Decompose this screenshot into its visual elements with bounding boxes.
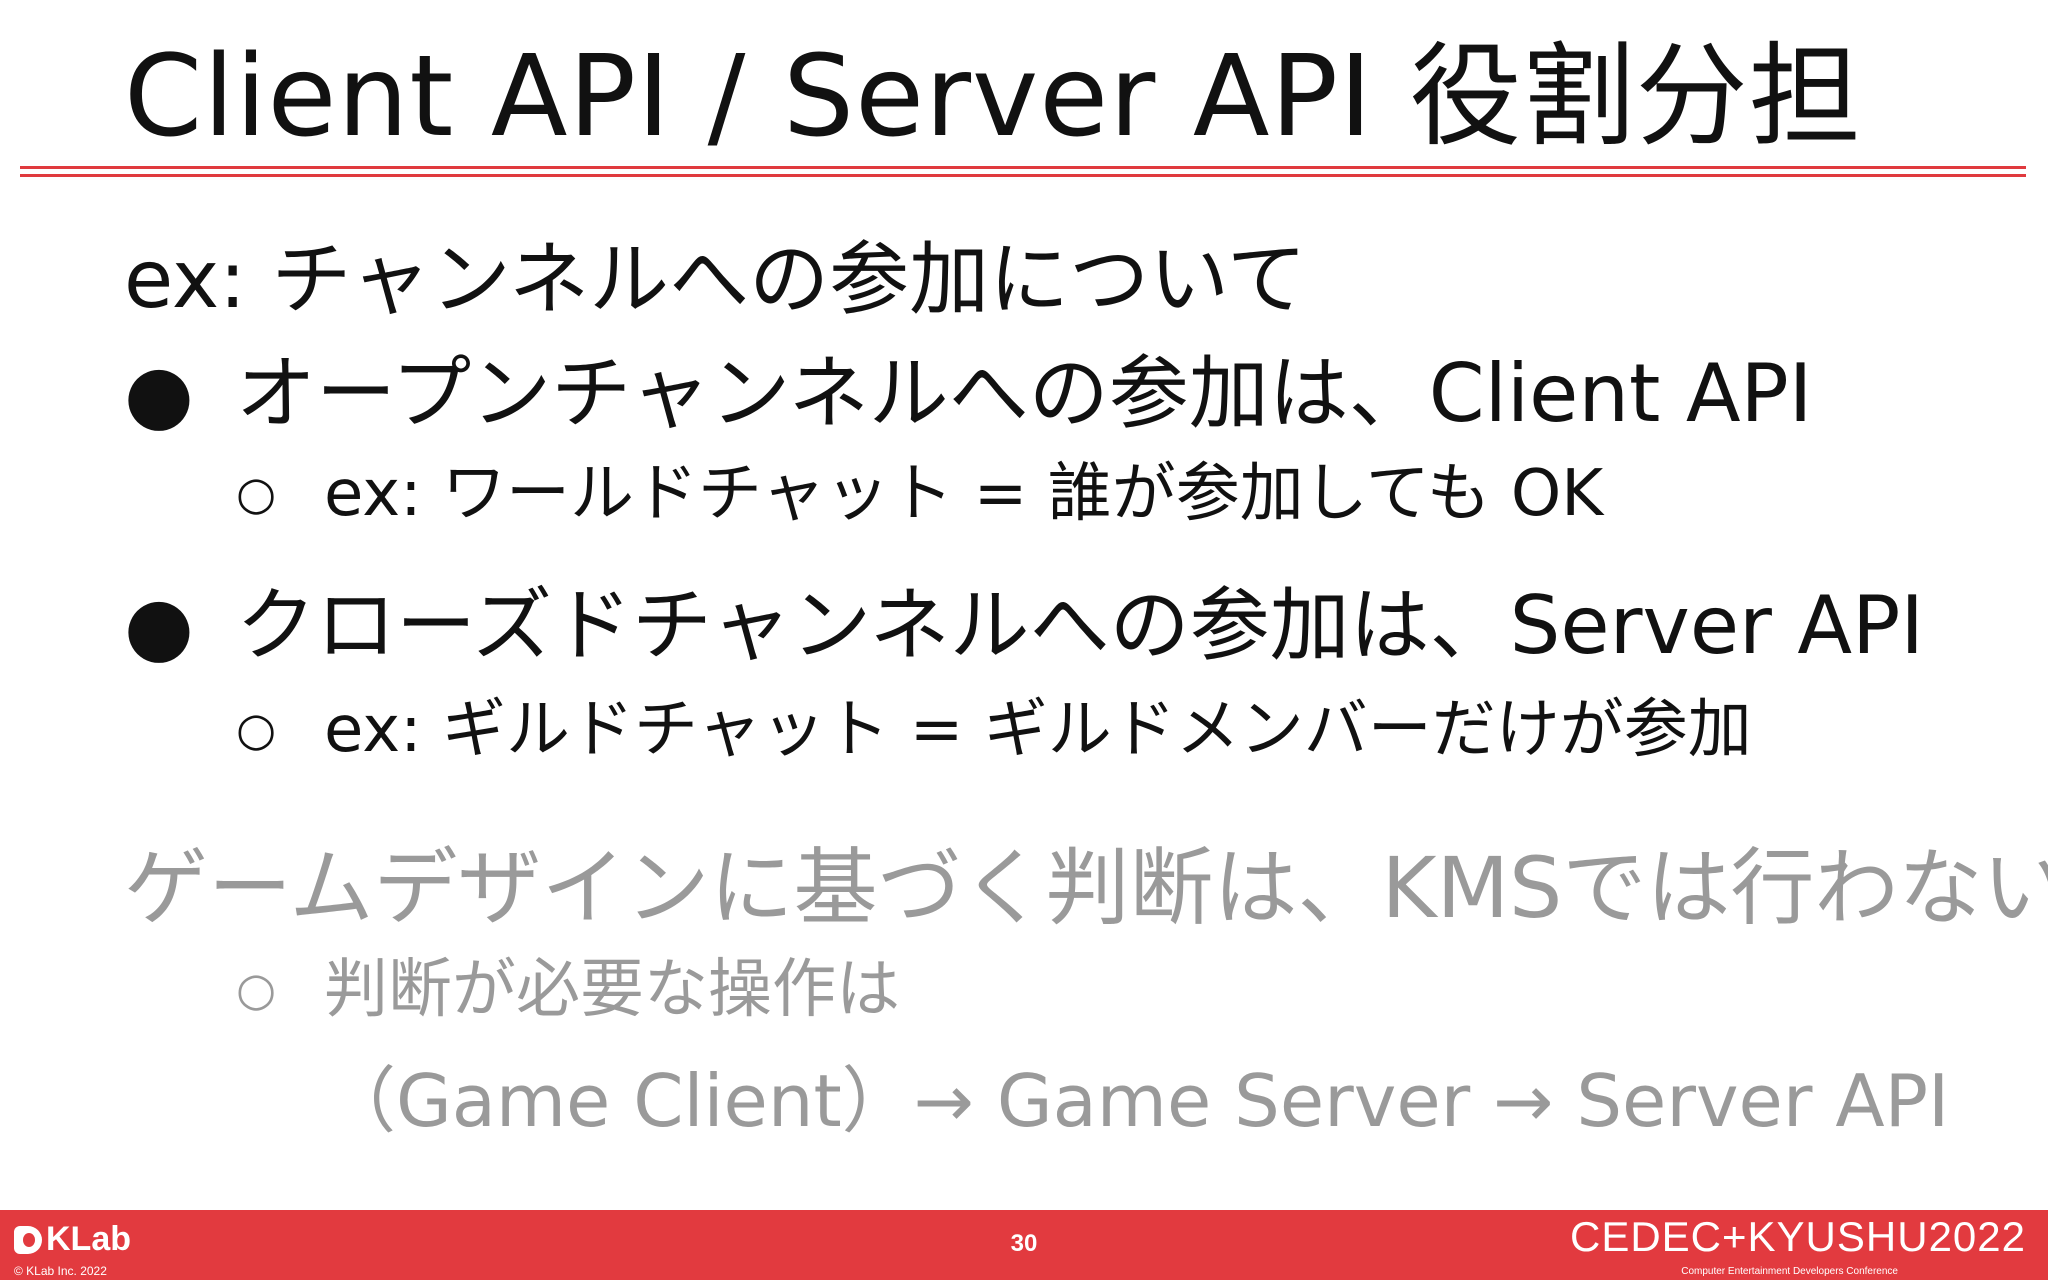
lead-text: ex: チャンネルへの参加について bbox=[124, 233, 1307, 326]
bullet-text: オープンチャンネルへの参加は、Client API bbox=[236, 347, 1813, 440]
bullet-text: クローズドチャンネルへの参加は、Server API bbox=[236, 579, 1924, 672]
note-text: ゲームデザインに基づく判断は、KMSでは行わない bbox=[124, 839, 2048, 937]
sub-item-guild-chat: ○ ex: ギルドチャット = ギルドメンバーだけが参加 bbox=[236, 692, 1752, 769]
title-divider-bottom bbox=[20, 174, 2026, 177]
bullet-item-closed-channel: ● クローズドチャンネルへの参加は、Server API bbox=[124, 578, 1924, 674]
title-divider-top bbox=[20, 166, 2026, 169]
event-logo: CEDEC+KYUSHU2022 bbox=[1569, 1213, 2026, 1260]
sub-bullet-icon: ○ bbox=[236, 702, 277, 756]
slide-title: Client API / Server API 役割分担 bbox=[124, 32, 1862, 162]
sub-bullet-text: ex: ワールドチャット = 誰が参加しても OK bbox=[324, 457, 1604, 531]
sub-item-world-chat: ○ ex: ワールドチャット = 誰が参加しても OK bbox=[236, 456, 1603, 533]
note-sub-text: 判断が必要な操作は bbox=[324, 953, 900, 1027]
sub-bullet-text: ex: ギルドチャット = ギルドメンバーだけが参加 bbox=[324, 693, 1752, 767]
sub-bullet-icon: ○ bbox=[236, 962, 277, 1016]
bullet-icon: ● bbox=[124, 347, 194, 440]
footer-bar: KLab © KLab Inc. 2022 30 CEDEC+KYUSHU202… bbox=[0, 1210, 2048, 1280]
bullet-item-open-channel: ● オープンチャンネルへの参加は、Client API bbox=[124, 346, 1812, 442]
note-sub-flow: （Game Client）→ Game Server → Server API bbox=[324, 1059, 1950, 1143]
event-subtitle: Computer Entertainment Developers Confer… bbox=[1681, 1266, 1898, 1277]
note-sub-item: ○ 判断が必要な操作は bbox=[236, 952, 900, 1029]
copyright: © KLab Inc. 2022 bbox=[14, 1264, 107, 1278]
sub-bullet-icon: ○ bbox=[236, 466, 277, 520]
bullet-icon: ● bbox=[124, 579, 194, 672]
